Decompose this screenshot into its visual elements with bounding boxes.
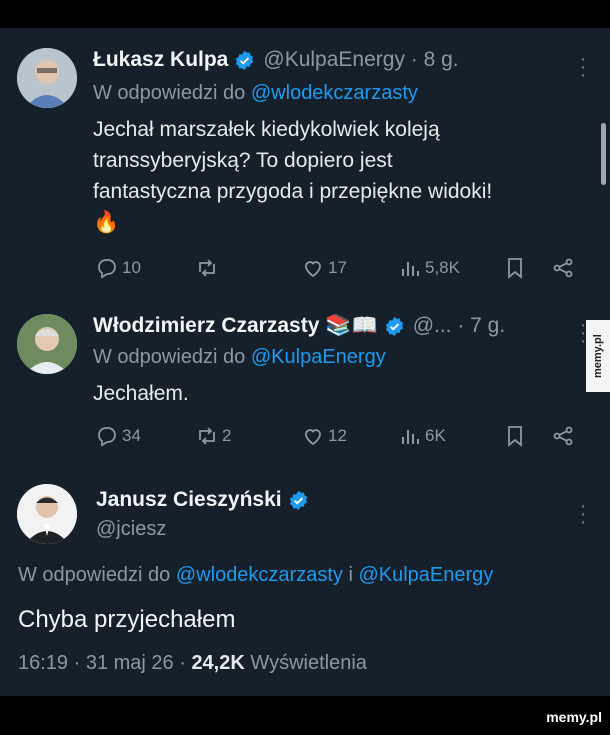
tweet-meta: 16:19 · 31 maj 26 · 24,2K Wyświetlenia bbox=[18, 652, 367, 675]
reply-context: W odpowiedzi do @wlodekczarzasty i @Kulp… bbox=[18, 564, 493, 587]
repost-button[interactable]: 2 bbox=[195, 424, 231, 448]
watermark-footer: memy.pl bbox=[546, 709, 602, 725]
tweet-text-line: fantastyczna przygoda i przepiękne widok… bbox=[93, 180, 493, 203]
repost-icon bbox=[199, 259, 215, 277]
author-handle[interactable]: @KulpaEnergy · 8 g. bbox=[263, 48, 458, 72]
verified-icon bbox=[385, 316, 403, 336]
views-count: 5,8K bbox=[425, 258, 460, 277]
author-handle[interactable]: @... · 7 g. bbox=[413, 314, 506, 338]
like-count: 17 bbox=[328, 258, 347, 277]
tweet-header: Włodzimierz Czarzasty 📚📖 @... · 7 g. bbox=[93, 314, 505, 338]
books-emoji: 📚📖 bbox=[325, 314, 378, 337]
more-icon[interactable]: · · · bbox=[578, 49, 588, 85]
like-count: 12 bbox=[328, 426, 347, 445]
reply-count: 34 bbox=[122, 426, 141, 445]
views-icon bbox=[402, 430, 419, 444]
action-bar: 34 2 12 6K bbox=[95, 424, 585, 452]
reply-mention-1[interactable]: @wlodekczarzasty bbox=[176, 564, 343, 586]
views-icon bbox=[402, 262, 419, 276]
tweet-text: Jechałem. bbox=[93, 382, 189, 405]
reply-mention[interactable]: @KulpaEnergy bbox=[251, 346, 386, 368]
author-name[interactable]: Łukasz Kulpa bbox=[93, 48, 228, 72]
tweet-text-line: Jechał marszałek kiedykolwiek koleją bbox=[93, 118, 440, 141]
reply-button[interactable]: 34 bbox=[95, 424, 141, 448]
share-button[interactable] bbox=[551, 256, 578, 280]
bookmark-button[interactable] bbox=[503, 256, 530, 280]
avatar-cieszynski[interactable] bbox=[17, 484, 77, 544]
repost-button[interactable] bbox=[195, 256, 222, 280]
main-tweet-text: Chyba przyjechałem bbox=[18, 606, 236, 633]
verified-icon bbox=[289, 490, 307, 510]
more-icon[interactable]: · · · bbox=[578, 496, 588, 532]
tweet-header: Łukasz Kulpa @KulpaEnergy · 8 g. bbox=[93, 48, 459, 72]
verified-icon bbox=[236, 50, 254, 70]
tweet-text-line: transsyberyjską? To dopiero jest bbox=[93, 149, 393, 172]
reply-mention[interactable]: @wlodekczarzasty bbox=[251, 82, 418, 104]
share-icon bbox=[553, 258, 573, 278]
repost-count: 2 bbox=[222, 426, 232, 445]
bookmark-button[interactable] bbox=[503, 424, 530, 448]
author-name[interactable]: Włodzimierz Czarzasty bbox=[93, 314, 319, 338]
author-handle[interactable]: @jciesz bbox=[96, 518, 166, 541]
reply-context: W odpowiedzi do @KulpaEnergy bbox=[93, 346, 386, 369]
author-name[interactable]: Janusz Cieszyński bbox=[96, 488, 282, 512]
like-icon bbox=[305, 261, 321, 278]
share-icon bbox=[553, 426, 573, 446]
reply-icon bbox=[98, 259, 116, 279]
scrollbar[interactable] bbox=[601, 123, 606, 185]
reply-context: W odpowiedzi do @wlodekczarzasty bbox=[93, 82, 418, 105]
bookmark-icon bbox=[508, 258, 522, 279]
like-icon bbox=[305, 429, 321, 446]
main-tweet-header: Janusz Cieszyński bbox=[96, 488, 309, 512]
reply-label: W odpowiedzi do bbox=[18, 564, 176, 586]
share-button[interactable] bbox=[551, 424, 578, 448]
action-bar: 10 17 5,8K bbox=[95, 256, 585, 284]
timeline-screen: Łukasz Kulpa @KulpaEnergy · 8 g. · · · W o… bbox=[0, 28, 610, 696]
watermark-side: memy.pl bbox=[586, 320, 610, 392]
views-count: 24,2K bbox=[191, 652, 245, 674]
like-button[interactable]: 12 bbox=[301, 424, 347, 448]
views-button[interactable]: 6K bbox=[398, 424, 446, 448]
fire-emoji: 🔥 bbox=[93, 211, 120, 234]
reply-label: W odpowiedzi do bbox=[93, 82, 251, 104]
reply-icon bbox=[98, 427, 116, 447]
tweet-text: Jechał marszałek kiedykolwiek koleją tra… bbox=[93, 114, 583, 238]
bookmark-icon bbox=[508, 426, 522, 447]
reply-button[interactable]: 10 bbox=[95, 256, 141, 280]
views-count: 6K bbox=[425, 426, 446, 445]
avatar-kulpa[interactable] bbox=[17, 48, 77, 108]
avatar-czarzasty[interactable] bbox=[17, 314, 77, 374]
views-label: Wyświetlenia bbox=[244, 652, 367, 674]
reply-label: W odpowiedzi do bbox=[93, 346, 251, 368]
like-button[interactable]: 17 bbox=[301, 256, 347, 280]
timestamp[interactable]: 16:19 · 31 maj 26 · bbox=[18, 652, 191, 674]
views-button[interactable]: 5,8K bbox=[398, 256, 460, 280]
reply-count: 10 bbox=[122, 258, 141, 277]
reply-join: i bbox=[342, 564, 359, 586]
repost-icon bbox=[199, 427, 215, 445]
reply-mention-2[interactable]: @KulpaEnergy bbox=[358, 564, 493, 586]
